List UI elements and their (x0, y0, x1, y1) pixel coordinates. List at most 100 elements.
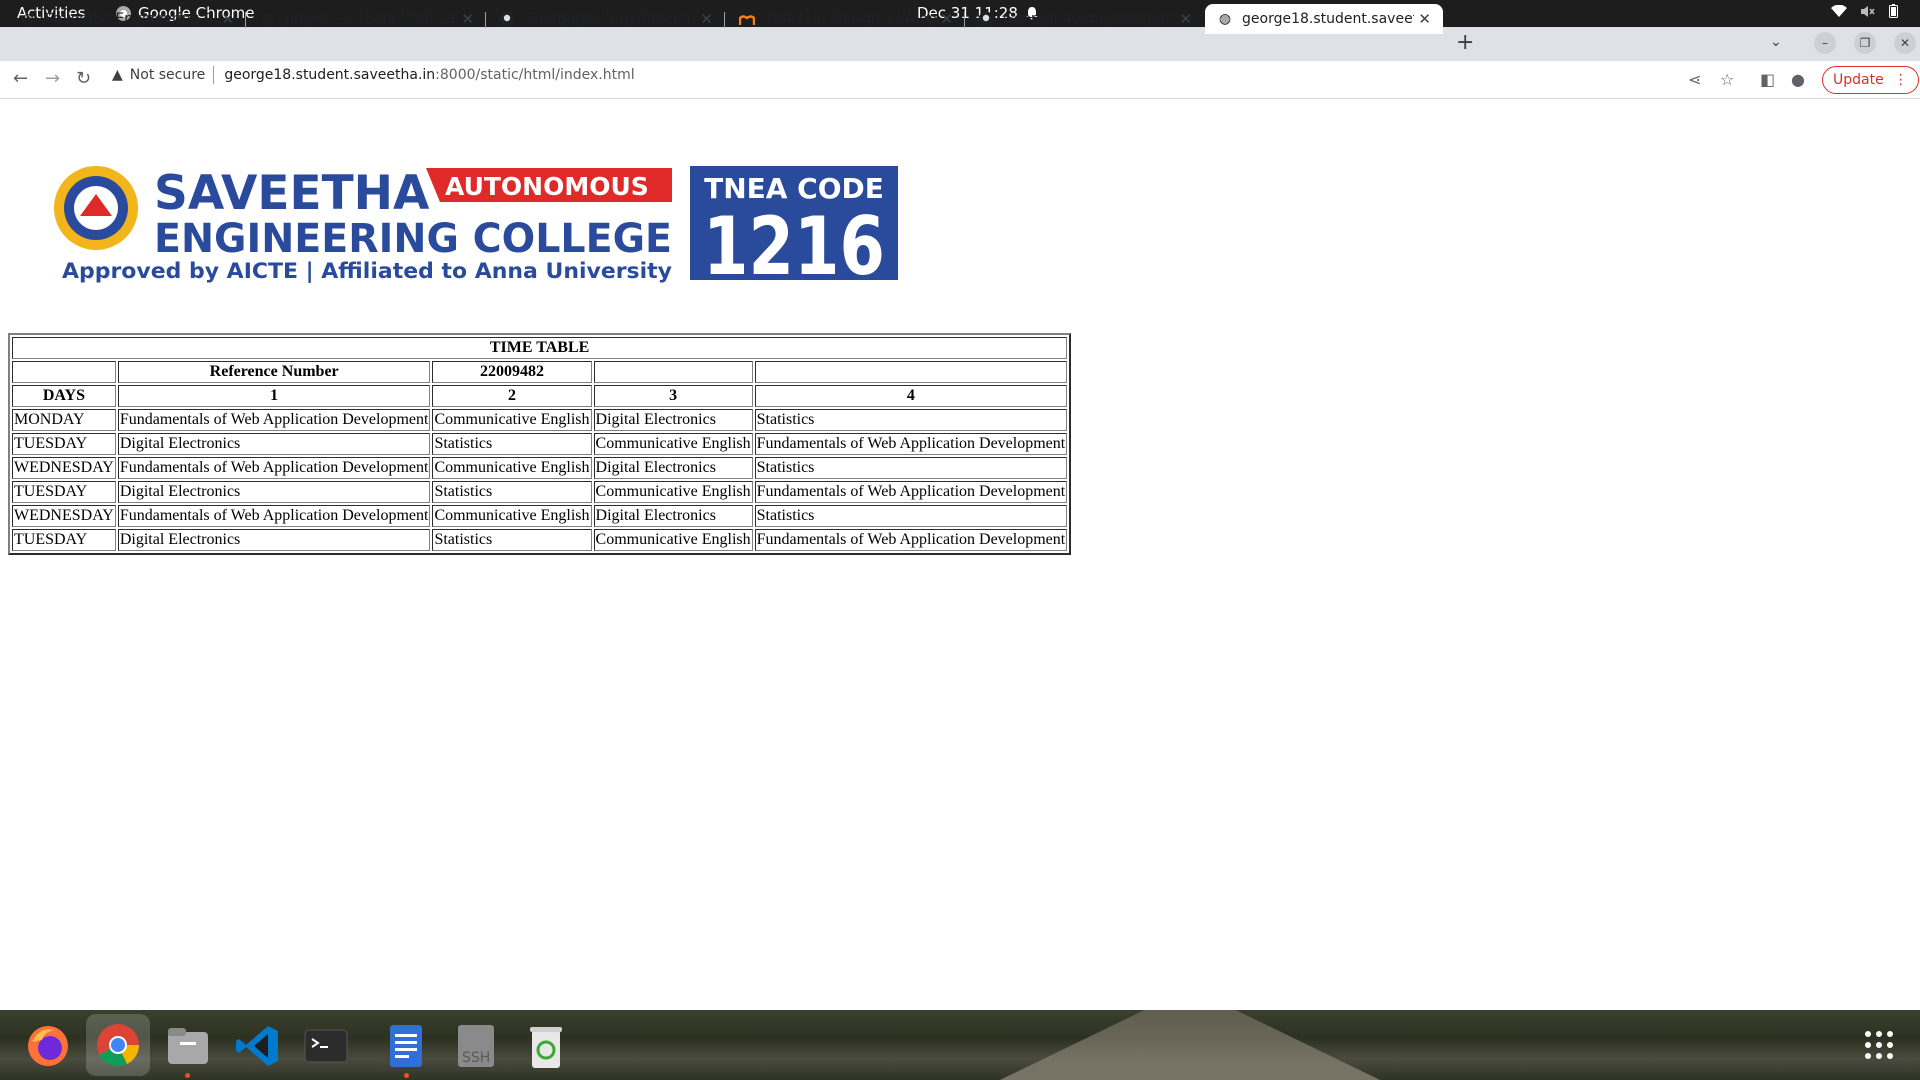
subject-cell: Statistics (754, 457, 1068, 479)
close-tab-icon[interactable]: ✕ (1179, 10, 1192, 28)
subject-cell: Digital Electronics (593, 409, 753, 431)
bookmark-star-icon[interactable]: ☆ (1720, 70, 1734, 89)
tab-title: Saveetha Engineering Co (45, 11, 217, 27)
tab-separator (724, 12, 725, 28)
terminal-icon[interactable] (302, 1022, 350, 1070)
subject-cell: Fundamentals of Web Application Developm… (754, 481, 1068, 503)
update-label: Update (1833, 72, 1884, 88)
tab-theia-project[interactable]: ◍ project — Theia Multi-Lan ✕ (248, 4, 486, 34)
subject-cell: Digital Electronics (117, 529, 431, 551)
close-tab-icon[interactable]: ✕ (221, 10, 234, 28)
profile-avatar-icon[interactable]: ● (1791, 70, 1805, 89)
back-arrow-icon[interactable]: ← (13, 68, 28, 89)
table-cell (593, 361, 753, 383)
day-cell: WEDNESDAY (12, 457, 116, 479)
tab-github-timetable[interactable]: Georgepaultony/timetabl ✕ (487, 4, 725, 34)
github-icon (978, 11, 994, 27)
address-bar[interactable]: ▲ Not secure george18.student.saveetha.i… (112, 66, 635, 84)
table-row: TUESDAY Digital Electronics Statistics C… (12, 481, 1068, 503)
tnea-code-number: 1216 (703, 200, 885, 284)
trash-icon[interactable] (522, 1022, 570, 1070)
close-tab-icon[interactable]: ✕ (461, 10, 474, 28)
column-header-days: DAYS (12, 385, 116, 407)
autonomous-badge-label: AUTONOMOUS (445, 172, 649, 201)
close-tab-icon[interactable]: ✕ (1418, 10, 1431, 28)
subject-cell: Communicative English (593, 433, 753, 455)
system-status-area[interactable] (1831, 4, 1898, 18)
reference-value: 22009482 (432, 361, 592, 383)
security-status[interactable]: Not secure (130, 67, 206, 83)
url-path[interactable]: :8000/static/html/index.html (435, 67, 634, 83)
running-indicator (185, 1073, 190, 1078)
day-cell: WEDNESDAY (12, 505, 116, 527)
college-logo: SAVEETHA AUTONOMOUS ENGINEERING COLLEGE … (54, 166, 898, 284)
table-row: TUESDAY Digital Electronics Statistics C… (12, 433, 1068, 455)
side-panel-icon[interactable]: ◧ (1760, 70, 1775, 89)
tab-separator (964, 12, 965, 28)
column-header-period-3: 3 (593, 385, 753, 407)
column-header-period-1: 1 (117, 385, 431, 407)
url-host[interactable]: george18.student.saveetha.in (224, 67, 435, 83)
tab-title: Georgepaultony/assignm (1003, 11, 1175, 27)
chrome-icon[interactable] (86, 1014, 150, 1076)
college-seal-icon (54, 166, 138, 250)
subject-cell: Fundamentals of Web Application Developm… (117, 457, 431, 479)
new-tab-button[interactable]: + (1456, 30, 1474, 55)
close-tab-icon[interactable]: ✕ (940, 10, 953, 28)
close-window-icon[interactable]: ✕ (1894, 32, 1916, 54)
subject-cell: Statistics (432, 433, 592, 455)
subject-cell: Communicative English (432, 457, 592, 479)
vscode-icon[interactable] (234, 1022, 282, 1070)
tab-design-webpage[interactable]: 19AI414: Design a Webpa ✕ (727, 4, 965, 34)
tab-search-chevron-icon[interactable]: ⌄ (1770, 34, 1782, 50)
table-row: WEDNESDAY Fundamentals of Web Applicatio… (12, 457, 1068, 479)
subject-cell: Communicative English (432, 409, 592, 431)
minimize-icon[interactable]: – (1814, 32, 1836, 54)
logo-name-line1: SAVEETHA (154, 166, 430, 221)
app-grid-icon[interactable] (1864, 1030, 1894, 1060)
browser-toolbar: ← → ↻ ▲ Not secure george18.student.save… (0, 61, 1920, 99)
forward-arrow-icon[interactable]: → (45, 68, 60, 89)
restore-icon[interactable]: ❐ (1854, 32, 1876, 54)
battery-icon (1889, 4, 1898, 18)
ssh-label: SSH (462, 1050, 490, 1066)
wifi-icon (1831, 5, 1847, 17)
more-menu-icon[interactable]: ⋮ (1894, 72, 1908, 88)
subject-cell: Communicative English (593, 529, 753, 551)
close-tab-icon[interactable]: ✕ (700, 10, 713, 28)
update-button[interactable]: Update ⋮ (1822, 66, 1919, 94)
tab-student-site-active[interactable]: ◍ george18.student.saveetl ✕ (1205, 4, 1443, 34)
tab-github-assignment[interactable]: Georgepaultony/assignm ✕ (966, 4, 1204, 34)
warning-icon[interactable]: ▲ (112, 67, 123, 83)
timetable-table: TIME TABLE Reference Number 22009482 DAY… (8, 333, 1072, 555)
table-title-row: TIME TABLE (12, 337, 1068, 359)
table-cell (12, 361, 116, 383)
tab-saveetha-college[interactable]: ◍ Saveetha Engineering Co ✕ (8, 4, 246, 34)
firefox-icon[interactable] (24, 1022, 72, 1070)
tab-separator (485, 12, 486, 28)
tab-title: george18.student.saveetl (1242, 11, 1414, 27)
subject-cell: Communicative English (593, 481, 753, 503)
text-editor-icon[interactable] (382, 1022, 430, 1070)
subject-cell: Fundamentals of Web Application Developm… (754, 529, 1068, 551)
globe-icon: ◍ (1218, 11, 1232, 27)
files-icon[interactable] (164, 1022, 212, 1070)
reload-icon[interactable]: ↻ (76, 68, 91, 89)
logo-tagline: Approved by AICTE | Affiliated to Anna U… (62, 259, 672, 284)
day-cell: TUESDAY (12, 529, 116, 551)
reference-label: Reference Number (117, 361, 431, 383)
subject-cell: Digital Electronics (593, 457, 753, 479)
window-controls: – ❐ ✕ (1796, 32, 1916, 54)
running-indicator (404, 1073, 409, 1078)
github-icon (499, 11, 515, 27)
subject-cell: Statistics (432, 481, 592, 503)
subject-cell: Communicative English (432, 505, 592, 527)
table-header-row: DAYS 1 2 3 4 (12, 385, 1068, 407)
dock (0, 1010, 1920, 1080)
ssh-icon[interactable]: SSH (452, 1022, 500, 1070)
share-icon[interactable]: ⋖ (1688, 70, 1701, 89)
day-cell: MONDAY (12, 409, 116, 431)
table-cell (754, 361, 1068, 383)
subject-cell: Fundamentals of Web Application Developm… (754, 433, 1068, 455)
subject-cell: Digital Electronics (117, 481, 431, 503)
